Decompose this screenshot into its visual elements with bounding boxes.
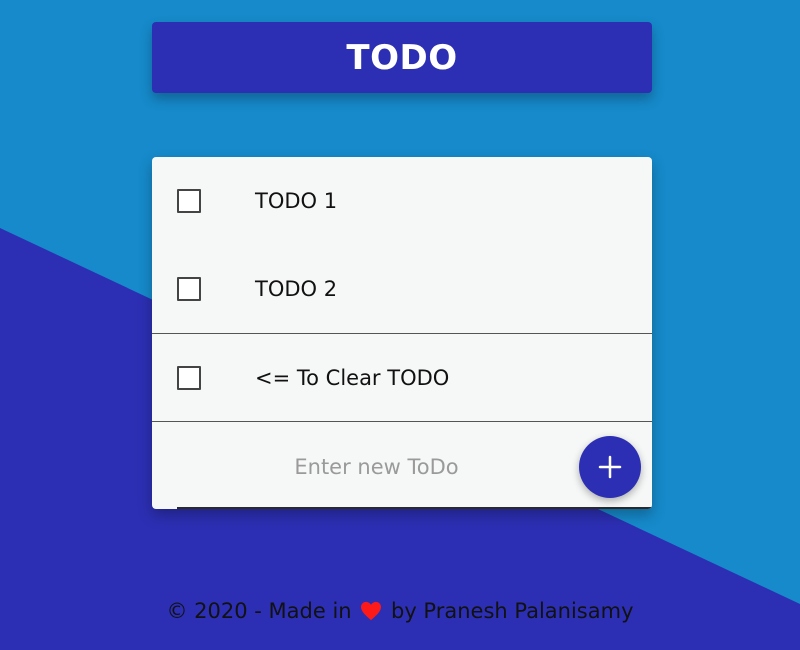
page-title: TODO	[346, 37, 458, 78]
todo-checkbox[interactable]	[177, 189, 201, 213]
header-bar: TODO	[152, 22, 652, 93]
input-underline	[177, 507, 652, 509]
footer-text-before: © 2020 - Made in	[166, 599, 352, 623]
todo-item: TODO 1	[152, 157, 652, 245]
todo-checkbox[interactable]	[177, 365, 201, 390]
heart-icon	[361, 601, 382, 621]
todo-checkbox[interactable]	[177, 277, 201, 301]
new-todo-row	[152, 421, 652, 509]
footer: © 2020 - Made in by Pranesh Palanisamy	[0, 598, 800, 623]
todo-label: TODO 2	[255, 277, 338, 301]
add-todo-button[interactable]	[579, 436, 641, 498]
plus-icon	[598, 455, 622, 479]
todo-item: TODO 2	[152, 245, 652, 333]
footer-text-after: by Pranesh Palanisamy	[390, 599, 634, 623]
new-todo-input[interactable]	[177, 442, 576, 492]
todo-label: TODO 1	[255, 189, 338, 213]
todo-label: <= To Clear TODO	[255, 365, 450, 390]
todo-list-card: TODO 1 TODO 2 <= To Clear TODO	[152, 157, 652, 509]
todo-item: <= To Clear TODO	[152, 333, 652, 421]
